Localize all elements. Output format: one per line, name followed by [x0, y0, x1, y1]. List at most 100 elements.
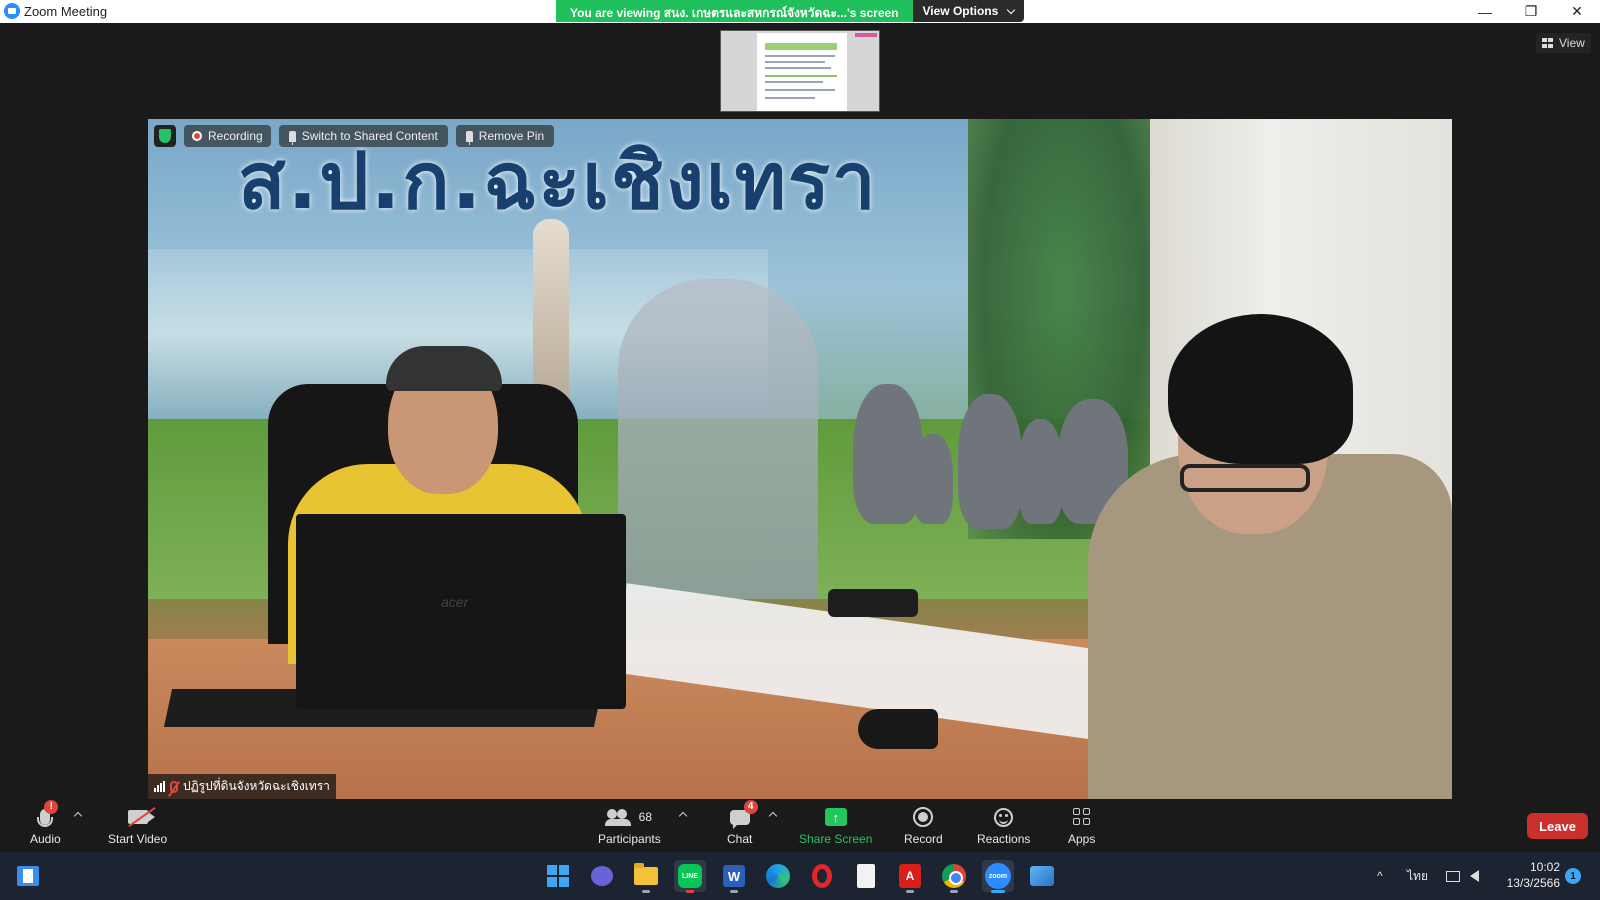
windows-taskbar: LINE W A zoom ^ ไทย 10:02 13/3/2566 1 — [0, 852, 1600, 900]
shared-screen-thumbnail[interactable] — [720, 30, 880, 112]
folder-icon — [634, 863, 658, 885]
chrome-browser-icon — [942, 864, 966, 888]
restore-button[interactable]: ❐ — [1508, 0, 1554, 23]
taskbar-zoom[interactable]: zoom — [982, 860, 1014, 893]
thumbnail-text-line — [765, 75, 837, 77]
recording-indicator[interactable]: Recording — [184, 125, 271, 147]
stapler — [858, 709, 938, 749]
taskbar-acrobat[interactable]: A — [894, 860, 926, 893]
backdrop-elephant — [958, 394, 1022, 529]
system-clock[interactable]: 10:02 13/3/2566 — [1500, 859, 1560, 891]
language-indicator[interactable]: ไทย — [1407, 852, 1428, 900]
minimize-icon: — — [1478, 3, 1492, 20]
video-off-icon — [127, 810, 155, 824]
widgets-icon — [17, 866, 39, 886]
close-button[interactable]: ✕ — [1554, 0, 1600, 23]
tray-overflow-button[interactable]: ^ — [1377, 852, 1383, 900]
participants-options-caret-icon[interactable] — [678, 811, 688, 821]
participant-video[interactable]: ส.ป.ก.ฉะเชิงเทรา acer Recording Switch t… — [148, 119, 1452, 799]
audio-label: Audio — [30, 832, 61, 846]
reactions-button[interactable]: Reactions — [977, 804, 1030, 846]
thumbnail-text-line — [765, 89, 835, 91]
word-icon: W — [723, 865, 745, 887]
taskbar-chrome[interactable] — [938, 860, 970, 893]
window-title: Zoom Meeting — [24, 4, 108, 19]
taskbar-teams-chat[interactable] — [586, 860, 618, 892]
record-icon — [913, 807, 934, 827]
thumbnail-text-line — [765, 67, 831, 69]
thumbnail-text-line — [765, 61, 825, 63]
network-status[interactable] — [1446, 852, 1460, 900]
audio-button[interactable]: ! Audio — [30, 800, 61, 846]
video-overlay-toolbar: Recording Switch to Shared Content Remov… — [154, 125, 555, 147]
start-video-button[interactable]: Start Video — [108, 804, 167, 846]
chevron-up-icon: ^ — [1377, 869, 1383, 883]
thumbnail-highlight-row — [765, 43, 837, 50]
teams-chat-icon — [591, 866, 613, 886]
laptop-brand-logo: acer — [441, 594, 469, 610]
chat-button[interactable]: 4 Chat — [727, 800, 758, 846]
share-screen-label: Share Screen — [799, 832, 873, 846]
participants-button[interactable]: 68 Participants — [598, 804, 661, 846]
line-app-icon: LINE — [678, 864, 702, 888]
taskbar-start[interactable] — [542, 860, 574, 892]
view-label: View — [1559, 36, 1585, 50]
volume-control[interactable] — [1470, 852, 1479, 900]
taskbar-opera[interactable] — [806, 860, 838, 892]
taskbar-word[interactable]: W — [718, 860, 750, 893]
minimize-button[interactable]: — — [1462, 0, 1508, 23]
signal-strength-icon — [154, 781, 165, 792]
taskbar-file[interactable] — [850, 860, 882, 892]
remove-pin-label: Remove Pin — [478, 129, 545, 143]
chevron-down-icon — [1007, 5, 1016, 14]
encryption-shield-icon[interactable] — [154, 125, 176, 147]
network-icon — [1446, 870, 1460, 882]
taskbar-edge[interactable] — [762, 860, 794, 892]
switch-to-shared-content-button[interactable]: Switch to Shared Content — [278, 125, 448, 147]
leave-button[interactable]: Leave — [1527, 813, 1588, 839]
apps-button[interactable]: Apps — [1068, 804, 1095, 846]
meeting-controls-bar: ! Audio Start Video 68 Participants 4 Ch… — [0, 800, 1600, 852]
woman-hair — [1168, 314, 1353, 464]
taskbar-widgets[interactable] — [12, 860, 44, 892]
participant-name: ปฏิรูปที่ดินจังหวัดฉะเชิงเทรา — [183, 779, 330, 793]
opera-browser-icon — [812, 864, 832, 888]
clock-date: 13/3/2566 — [1506, 876, 1560, 890]
switch-label: Switch to Shared Content — [301, 129, 438, 143]
speaker-icon — [1470, 870, 1479, 882]
close-icon: ✕ — [1571, 3, 1583, 19]
view-layout-button[interactable]: View — [1536, 33, 1591, 53]
apps-icon — [1072, 808, 1091, 826]
chat-options-caret-icon[interactable] — [768, 811, 778, 821]
notification-badge[interactable]: 1 — [1565, 868, 1581, 884]
eyeglasses — [1180, 464, 1310, 492]
record-button[interactable]: Record — [904, 804, 943, 846]
thumbnail-text-line — [765, 97, 815, 99]
participants-label: Participants — [598, 832, 661, 846]
running-indicator — [950, 890, 958, 893]
participant-woman — [1088, 314, 1452, 799]
audio-alert-badge: ! — [44, 800, 59, 814]
taskbar-photos[interactable] — [1026, 860, 1058, 892]
view-options-button[interactable]: View Options — [912, 0, 1025, 22]
share-screen-button[interactable]: ↑ Share Screen — [799, 804, 872, 846]
remove-pin-button[interactable]: Remove Pin — [455, 125, 555, 147]
audio-options-caret-icon[interactable] — [73, 811, 83, 821]
document-icon — [857, 864, 875, 888]
running-indicator — [686, 890, 694, 893]
backdrop-elephant — [913, 434, 953, 524]
clock-time: 10:02 — [1529, 860, 1560, 874]
running-indicator — [642, 890, 650, 893]
running-indicator — [906, 890, 914, 893]
reactions-label: Reactions — [977, 832, 1031, 846]
view-options-label: View Options — [922, 4, 999, 18]
pin-icon — [288, 130, 296, 145]
taskbar-line[interactable]: LINE — [674, 860, 706, 893]
taskbar-file-explorer[interactable] — [630, 860, 662, 893]
share-screen-icon: ↑ — [824, 808, 847, 826]
grid-view-icon — [1542, 38, 1553, 48]
window-title-bar: Zoom Meeting You are viewing สนง. เกษตรแ… — [0, 0, 1600, 23]
participants-count: 68 — [638, 810, 653, 824]
edge-browser-icon — [766, 864, 790, 888]
running-indicator — [730, 890, 738, 893]
